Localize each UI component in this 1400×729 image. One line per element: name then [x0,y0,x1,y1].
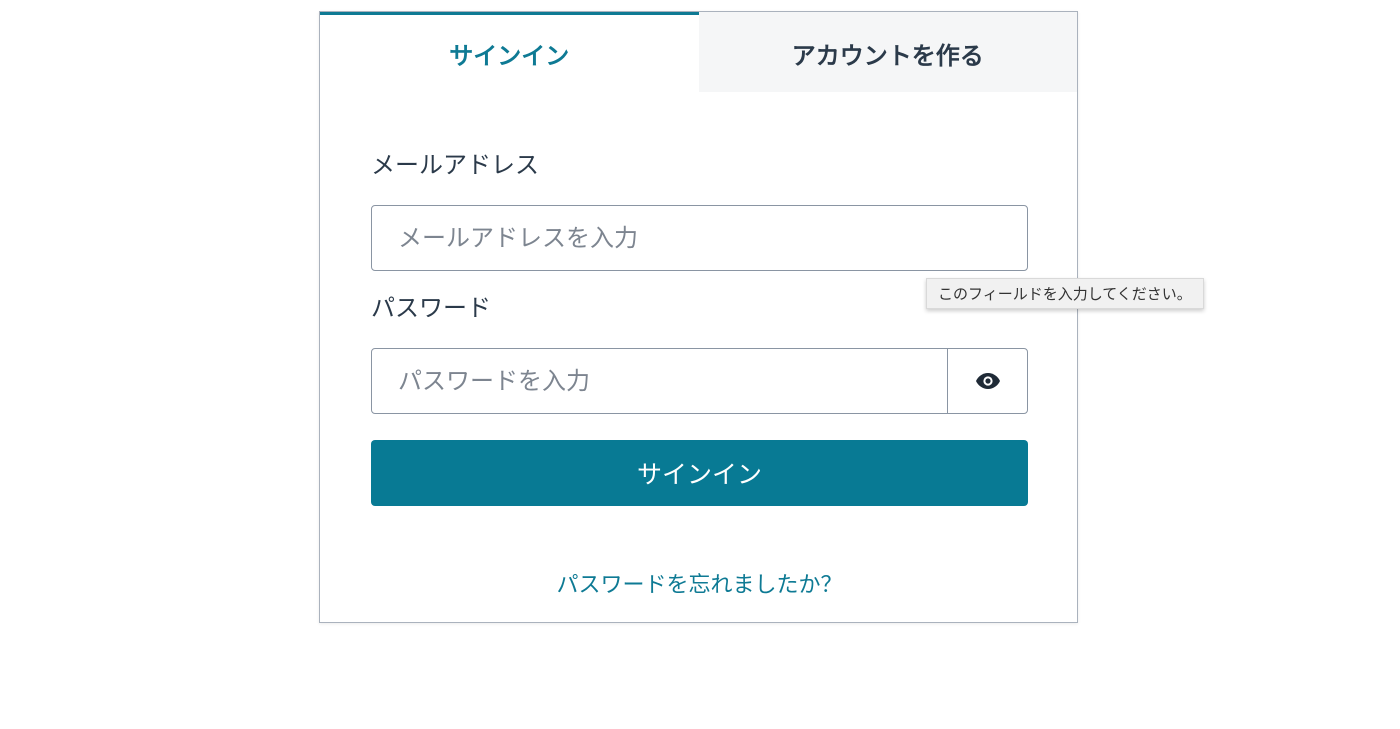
eye-icon [975,373,1000,389]
password-label: パスワード [371,294,491,322]
password-input[interactable] [371,348,949,414]
tab-signin[interactable]: サインイン [320,12,699,92]
show-password-button[interactable] [947,348,1028,414]
tab-create-account[interactable]: アカウントを作る [698,12,1077,92]
validation-tooltip: このフィールドを入力してください。 [926,278,1204,309]
email-input[interactable] [371,205,1028,271]
signin-submit-button[interactable]: サインイン [371,440,1028,506]
auth-tabs: サインイン アカウントを作る [320,12,1077,92]
forgot-password-link[interactable]: パスワードを忘れましたか？ [371,567,1028,599]
email-label: メールアドレス [371,151,539,179]
auth-card: サインイン アカウントを作る メールアドレス パスワード サインイン パスワード… [319,11,1078,623]
